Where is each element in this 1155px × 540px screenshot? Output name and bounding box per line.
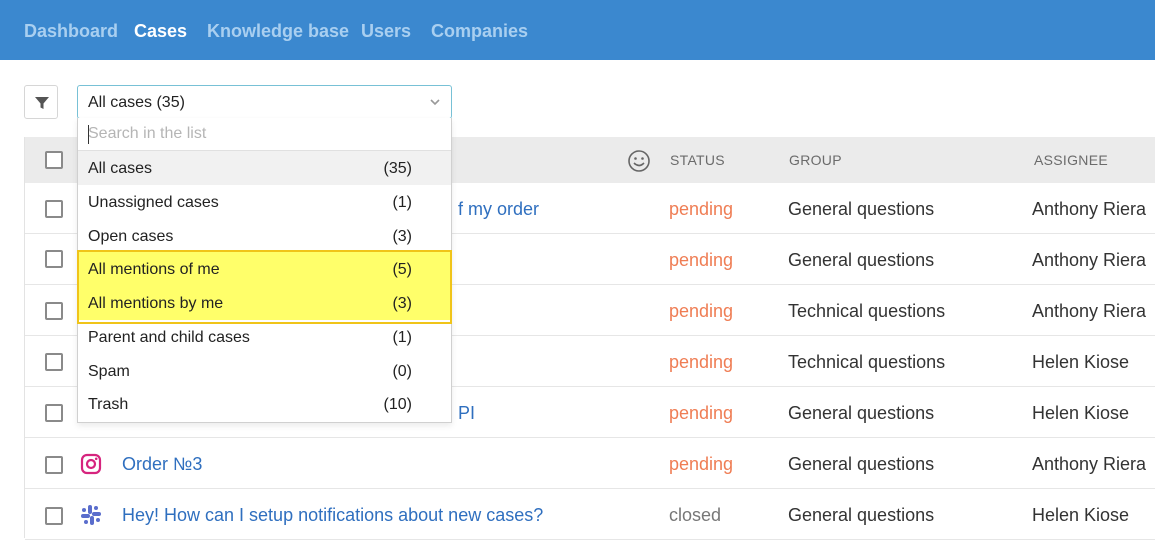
smiley-icon[interactable] bbox=[627, 149, 651, 173]
table-row[interactable]: Order №3 pending General questions Antho… bbox=[25, 438, 1155, 489]
filter-icon bbox=[35, 97, 49, 109]
case-group: General questions bbox=[788, 454, 935, 474]
column-group[interactable]: GROUP bbox=[789, 152, 842, 168]
text-caret bbox=[88, 125, 89, 144]
option-label: Spam bbox=[88, 363, 130, 380]
case-group: General questions bbox=[788, 403, 935, 423]
case-assignee: Anthony Riera bbox=[1032, 301, 1147, 321]
case-subject[interactable]: Hey! How can I setup notifications about… bbox=[122, 505, 543, 525]
row-checkbox[interactable] bbox=[45, 302, 63, 320]
option-count: (3) bbox=[392, 295, 412, 312]
case-group: General questions bbox=[788, 250, 935, 270]
option-label: All mentions of me bbox=[88, 261, 220, 278]
case-filter-select[interactable]: All cases (35) bbox=[77, 85, 452, 119]
option-spam[interactable]: Spam (0) bbox=[78, 354, 451, 388]
option-trash[interactable]: Trash (10) bbox=[78, 387, 451, 421]
option-open-cases[interactable]: Open cases (3) bbox=[78, 219, 451, 253]
case-filter-dropdown: All cases (35) Unassigned cases (1) Open… bbox=[77, 118, 452, 423]
option-all-cases[interactable]: All cases (35) bbox=[78, 151, 451, 185]
row-checkbox[interactable] bbox=[45, 404, 63, 422]
option-label: Parent and child cases bbox=[88, 329, 250, 346]
dropdown-search bbox=[78, 118, 451, 151]
case-subject[interactable]: f my order bbox=[458, 199, 539, 219]
case-group: Technical questions bbox=[788, 301, 946, 321]
option-unassigned-cases[interactable]: Unassigned cases (1) bbox=[78, 185, 451, 219]
option-count: (0) bbox=[392, 363, 412, 380]
option-label: All mentions by me bbox=[88, 295, 224, 312]
case-assignee: Anthony Riera bbox=[1032, 199, 1147, 219]
case-group: General questions bbox=[788, 199, 935, 219]
case-group: General questions bbox=[788, 505, 935, 525]
top-navigation: Dashboard Cases Knowledge base Users Com… bbox=[0, 0, 1155, 60]
option-count: (5) bbox=[392, 261, 412, 278]
option-count: (1) bbox=[392, 194, 412, 211]
slack-icon bbox=[81, 505, 101, 525]
option-label: Open cases bbox=[88, 228, 174, 245]
option-label: All cases bbox=[88, 160, 153, 177]
nav-users[interactable]: Users bbox=[361, 20, 411, 42]
case-status: closed bbox=[669, 505, 722, 525]
case-group: Technical questions bbox=[788, 352, 946, 372]
nav-dashboard[interactable]: Dashboard bbox=[24, 20, 118, 42]
option-count: (35) bbox=[383, 160, 412, 177]
nav-cases[interactable]: Cases bbox=[134, 20, 187, 42]
row-checkbox[interactable] bbox=[45, 353, 63, 371]
case-status: pending bbox=[669, 352, 734, 372]
filter-button[interactable] bbox=[24, 85, 58, 119]
case-status: pending bbox=[669, 250, 734, 270]
chevron-down-icon bbox=[430, 99, 440, 106]
row-checkbox[interactable] bbox=[45, 507, 63, 525]
option-parent-child-cases[interactable]: Parent and child cases (1) bbox=[78, 320, 451, 354]
case-assignee: Helen Kiose bbox=[1032, 505, 1130, 525]
case-status: pending bbox=[669, 199, 734, 219]
table-row[interactable]: Hey! How can I setup notifications about… bbox=[25, 489, 1155, 540]
column-assignee[interactable]: ASSIGNEE bbox=[1034, 152, 1108, 168]
case-status: pending bbox=[669, 454, 734, 474]
case-status: pending bbox=[669, 301, 734, 321]
case-assignee: Helen Kiose bbox=[1032, 352, 1130, 372]
option-count: (10) bbox=[383, 396, 412, 413]
row-checkbox[interactable] bbox=[45, 456, 63, 474]
select-value: All cases (35) bbox=[88, 94, 185, 111]
case-assignee: Helen Kiose bbox=[1032, 403, 1130, 423]
nav-knowledge-base[interactable]: Knowledge base bbox=[207, 20, 349, 42]
option-mentions-by-me[interactable]: All mentions by me (3) bbox=[78, 286, 451, 320]
instagram-icon bbox=[80, 453, 102, 475]
dropdown-search-input[interactable] bbox=[88, 124, 438, 144]
option-count: (3) bbox=[392, 228, 412, 245]
row-checkbox[interactable] bbox=[45, 200, 63, 218]
row-checkbox[interactable] bbox=[45, 250, 63, 268]
case-status: pending bbox=[669, 403, 734, 423]
case-subject[interactable]: PI bbox=[458, 403, 475, 423]
nav-companies[interactable]: Companies bbox=[431, 20, 528, 42]
option-label: Unassigned cases bbox=[88, 194, 219, 211]
option-mentions-of-me[interactable]: All mentions of me (5) bbox=[78, 252, 451, 286]
case-subject[interactable]: Order №3 bbox=[122, 454, 202, 474]
case-assignee: Anthony Riera bbox=[1032, 454, 1147, 474]
column-status[interactable]: STATUS bbox=[670, 152, 725, 168]
select-all-checkbox[interactable] bbox=[45, 151, 63, 169]
case-assignee: Anthony Riera bbox=[1032, 250, 1147, 270]
option-count: (1) bbox=[392, 329, 412, 346]
option-label: Trash bbox=[88, 396, 129, 413]
